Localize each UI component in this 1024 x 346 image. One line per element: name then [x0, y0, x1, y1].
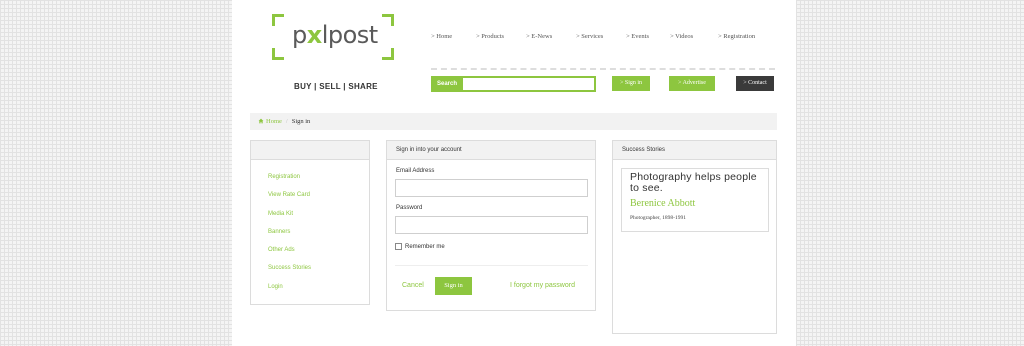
- nav-enews[interactable]: > E-News: [526, 33, 552, 40]
- pxlpost-logo[interactable]: pxlpost: [272, 14, 394, 60]
- sidebar-item-success-stories[interactable]: Success Stories: [268, 261, 369, 279]
- quote-card: Photography helps people to see. Berenic…: [621, 168, 769, 232]
- sidebar-item-banners[interactable]: Banners: [268, 225, 369, 243]
- logo-bracket: [272, 48, 284, 60]
- email-label: Email Address: [396, 168, 435, 174]
- logo-bracket: [272, 14, 284, 26]
- nav-services[interactable]: > Services: [576, 33, 603, 40]
- sidebar-item-media-kit[interactable]: Media Kit: [268, 207, 369, 225]
- tagline: BUY | SELL | SHARE: [294, 82, 378, 91]
- breadcrumb-separator: /: [285, 118, 288, 125]
- header-signin-button[interactable]: > Sign in: [612, 76, 650, 91]
- nav-videos[interactable]: > Videos: [670, 33, 693, 40]
- search-bar: Search: [431, 76, 596, 92]
- success-stories-panel: Success Stories Photography helps people…: [612, 140, 777, 334]
- nav-products[interactable]: > Products: [476, 33, 504, 40]
- sidebar-item-login[interactable]: Login: [268, 280, 369, 298]
- cancel-link[interactable]: Cancel: [402, 282, 424, 289]
- signin-panel: Sign in into your account Email Address …: [386, 140, 596, 311]
- top-nav: > Home > Products > E-News > Services > …: [431, 33, 771, 43]
- signin-heading: Sign in into your account: [387, 141, 595, 160]
- remember-checkbox[interactable]: [395, 243, 402, 250]
- sidebar-item-other-ads[interactable]: Other Ads: [268, 243, 369, 261]
- sidebar-item-registration[interactable]: Registration: [268, 170, 369, 188]
- quote-author: Berenice Abbott: [630, 198, 696, 209]
- sidebar-links: Registration View Rate Card Media Kit Ba…: [251, 160, 369, 298]
- password-label: Password: [396, 205, 423, 211]
- logo-bracket: [382, 48, 394, 60]
- breadcrumb-current: Sign in: [291, 118, 311, 125]
- advertise-button[interactable]: > Advertise: [669, 76, 715, 91]
- breadcrumb-home[interactable]: Home: [258, 118, 282, 125]
- sidebar-panel: Registration View Rate Card Media Kit Ba…: [250, 140, 370, 305]
- email-field[interactable]: [395, 179, 588, 197]
- contact-button[interactable]: > Contact: [736, 76, 774, 91]
- password-field[interactable]: [395, 216, 588, 234]
- signin-button[interactable]: Sign in: [435, 277, 472, 295]
- breadcrumb: Home / Sign in: [250, 113, 777, 130]
- quote-text: Photography helps people to see.: [630, 171, 757, 194]
- sidebar-item-view-rate-card[interactable]: View Rate Card: [268, 188, 369, 206]
- success-stories-heading: Success Stories: [613, 141, 776, 160]
- sidebar-heading: [251, 141, 369, 160]
- forgot-password-link[interactable]: I forgot my password: [510, 282, 575, 289]
- page-container: pxlpost BUY | SELL | SHARE > Home > Prod…: [232, 0, 796, 346]
- nav-registration[interactable]: > Registration: [718, 33, 755, 40]
- logo-bracket: [382, 14, 394, 26]
- remember-me: Remember me: [395, 243, 445, 250]
- search-input[interactable]: [464, 78, 592, 90]
- search-label: Search: [433, 78, 463, 90]
- home-icon: [258, 118, 264, 123]
- remember-label: Remember me: [405, 243, 445, 250]
- form-divider: [395, 265, 588, 266]
- nav-divider: [431, 68, 775, 70]
- logo-wordmark: pxlpost: [292, 21, 378, 49]
- quote-author-role: Photographer, 1898-1991: [630, 215, 686, 221]
- nav-events[interactable]: > Events: [626, 33, 649, 40]
- nav-home[interactable]: > Home: [431, 33, 452, 40]
